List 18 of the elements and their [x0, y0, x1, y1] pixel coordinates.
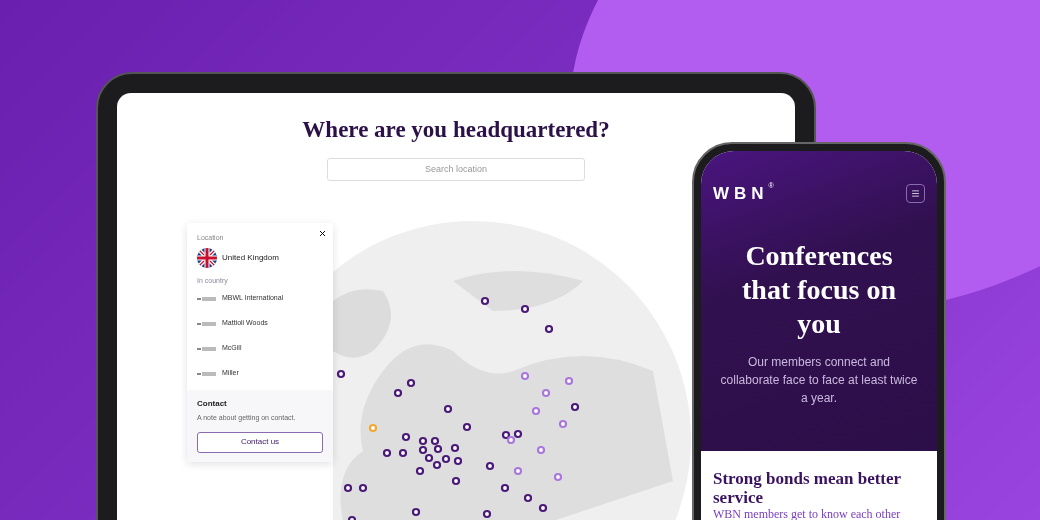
search-field[interactable]: Search location [327, 157, 585, 181]
contact-title: Contact [197, 398, 228, 410]
hero-title: Conferences that focus on you [741, 238, 897, 341]
menu-icon [911, 189, 920, 199]
menu-button[interactable] [906, 184, 925, 204]
logo-text: WBN [713, 184, 769, 205]
company-logo-icon [197, 369, 217, 378]
close-button[interactable] [318, 229, 327, 238]
hero-text: Our members connect and collaborate face to face at least twice a year. [719, 353, 919, 407]
company-logo-icon [197, 344, 217, 353]
company-logo-icon [197, 294, 217, 303]
country-name: United Kingdom [222, 251, 279, 264]
company-logo-icon [197, 319, 217, 328]
section-title: Strong bonds mean better service [713, 469, 902, 507]
section-text: WBN members get to know each other [713, 507, 902, 520]
page-title: Where are you headquartered? [302, 116, 610, 144]
contact-us-button[interactable]: Contact us [197, 431, 323, 453]
flag-icon [197, 247, 217, 268]
